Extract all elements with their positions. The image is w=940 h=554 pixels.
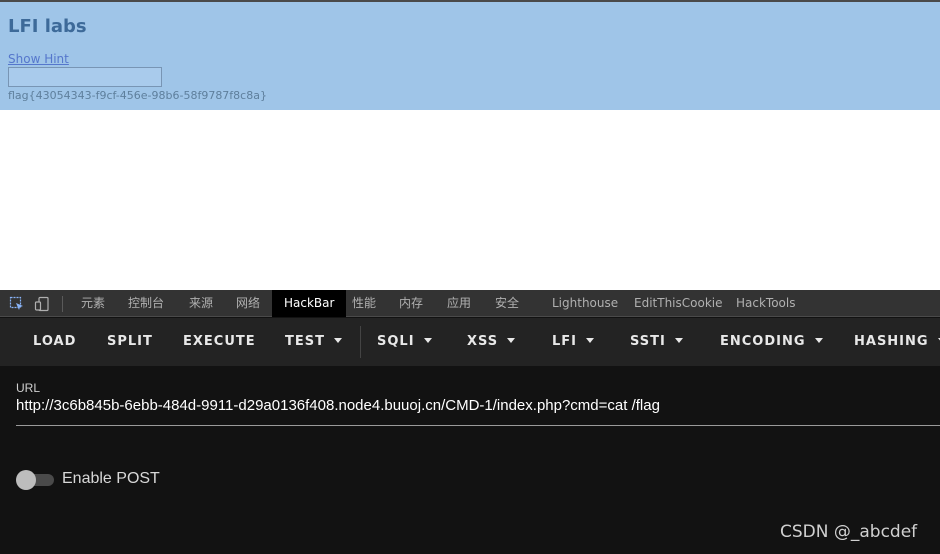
devtools-tab-bar: 元素 控制台 来源 网络 HackBar 性能 内存 应用 安全 Lightho… (0, 290, 940, 317)
test-menu-button[interactable]: TEST (285, 318, 342, 366)
chevron-down-icon (333, 338, 342, 343)
enable-post-label: Enable POST (62, 470, 160, 487)
tab-performance[interactable]: 性能 (352, 290, 376, 317)
tab-hacktools[interactable]: HackTools (736, 290, 795, 317)
tab-separator (62, 296, 63, 312)
encoding-menu-button[interactable]: ENCODING (720, 318, 823, 366)
device-toolbar-icon[interactable] (34, 296, 50, 312)
tab-network[interactable]: 网络 (236, 290, 260, 317)
chevron-down-icon (507, 338, 516, 343)
encoding-label: ENCODING (720, 334, 806, 349)
hashing-menu-button[interactable]: HASHING (854, 318, 940, 366)
watermark: CSDN @_abcdef (780, 522, 918, 542)
enable-post-toggle[interactable] (16, 470, 54, 490)
chevron-down-icon (674, 338, 683, 343)
toolbar-separator (360, 326, 361, 358)
tab-lighthouse[interactable]: Lighthouse (552, 290, 618, 317)
tab-elements[interactable]: 元素 (81, 290, 105, 317)
flag-output: flag{43054343-f9cf-456e-98b6-58f9787f8c8… (8, 89, 267, 102)
tab-hackbar[interactable]: HackBar (272, 290, 347, 317)
web-page: LFI labs Show Hint flag{43054343-f9cf-45… (0, 0, 940, 290)
ssti-menu-button[interactable]: SSTI (630, 318, 683, 366)
sqli-menu-button[interactable]: SQLI (377, 318, 432, 366)
tab-memory[interactable]: 内存 (399, 290, 423, 317)
xss-label: XSS (467, 334, 499, 349)
load-label: LOAD (33, 334, 77, 349)
toggle-knob (16, 470, 36, 490)
xss-menu-button[interactable]: XSS (467, 318, 516, 366)
chevron-down-icon (814, 338, 823, 343)
lfi-label: LFI (552, 334, 578, 349)
tab-security[interactable]: 安全 (495, 290, 519, 317)
tab-editthiscookie[interactable]: EditThisCookie (634, 290, 723, 317)
chevron-down-icon (423, 338, 432, 343)
page-title: LFI labs (8, 16, 87, 37)
chevron-down-icon (586, 338, 595, 343)
page-header: LFI labs Show Hint flag{43054343-f9cf-45… (0, 2, 940, 110)
devtools-panel: 元素 控制台 来源 网络 HackBar 性能 内存 应用 安全 Lightho… (0, 290, 940, 554)
execute-label: EXECUTE (183, 334, 256, 349)
ssti-label: SSTI (630, 334, 666, 349)
text-input[interactable] (8, 67, 162, 87)
hackbar-toolbar: LOAD SPLIT EXECUTE TEST SQLI XSS LFI SST… (0, 318, 940, 366)
execute-button[interactable]: EXECUTE (183, 318, 256, 366)
hashing-label: HASHING (854, 334, 929, 349)
tab-sources[interactable]: 来源 (189, 290, 213, 317)
tab-console[interactable]: 控制台 (128, 290, 164, 317)
test-label: TEST (285, 334, 325, 349)
tab-application[interactable]: 应用 (447, 290, 471, 317)
url-underline (16, 425, 940, 426)
lfi-menu-button[interactable]: LFI (552, 318, 595, 366)
split-button[interactable]: SPLIT (107, 318, 153, 366)
sqli-label: SQLI (377, 334, 415, 349)
split-label: SPLIT (107, 334, 153, 349)
url-input[interactable]: http://3c6b845b-6ebb-484d-9911-d29a0136f… (16, 397, 660, 414)
load-button[interactable]: LOAD (33, 318, 76, 366)
url-field-label: URL (16, 381, 41, 395)
inspect-element-icon[interactable] (9, 296, 25, 312)
show-hint-link[interactable]: Show Hint (8, 52, 69, 66)
